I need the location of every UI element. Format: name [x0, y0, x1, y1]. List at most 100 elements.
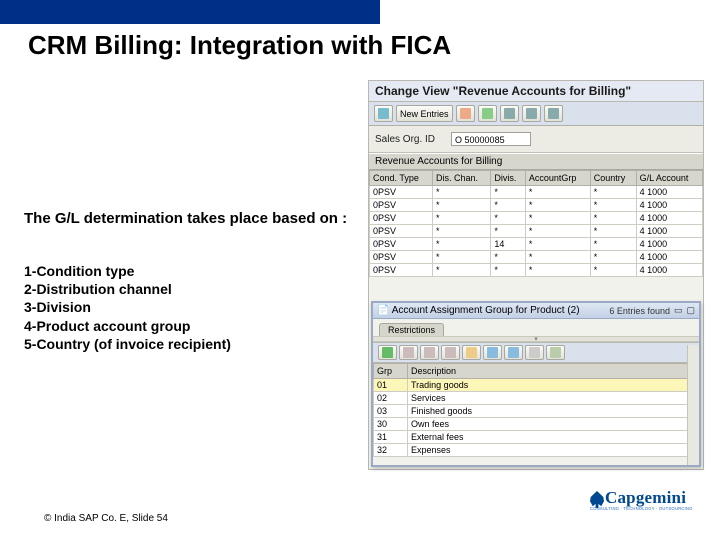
cell[interactable]: Services — [408, 392, 699, 405]
table-row[interactable]: 32Expenses — [374, 444, 699, 457]
popup-scrollbar[interactable] — [687, 345, 699, 465]
popup-layout-icon[interactable]: ▭ — [674, 305, 683, 316]
cell[interactable]: * — [590, 225, 636, 238]
cell[interactable]: * — [590, 199, 636, 212]
col-dis-chan[interactable]: Dis. Chan. — [432, 171, 490, 186]
cell[interactable]: * — [590, 186, 636, 199]
cell[interactable]: 0PSV — [370, 251, 433, 264]
layout-button[interactable] — [546, 345, 565, 360]
cell[interactable]: 0PSV — [370, 225, 433, 238]
col-gl-account[interactable]: G/L Account — [636, 171, 702, 186]
sort-desc-button[interactable] — [441, 345, 460, 360]
header-accent-bar — [0, 0, 380, 24]
cell[interactable]: 30 — [374, 418, 408, 431]
cell[interactable]: 4 1000 — [636, 251, 702, 264]
brand-logo: Capgemini CONSULTING · TECHNOLOGY · OUTS… — [590, 488, 700, 516]
cell[interactable]: Trading goods — [408, 379, 699, 392]
table-row[interactable]: 0PSV****4 1000 — [370, 212, 703, 225]
cell[interactable]: * — [432, 212, 490, 225]
cell[interactable]: * — [432, 238, 490, 251]
export-button[interactable] — [504, 345, 523, 360]
cell[interactable]: * — [590, 238, 636, 251]
find-button[interactable] — [483, 345, 502, 360]
cell[interactable]: 4 1000 — [636, 238, 702, 251]
cell[interactable]: * — [491, 264, 526, 277]
filter-button[interactable] — [399, 345, 418, 360]
new-entries-button[interactable]: New Entries — [396, 105, 453, 122]
popup-tab-restrictions[interactable]: Restrictions — [379, 323, 444, 336]
cell[interactable]: 4 1000 — [636, 225, 702, 238]
cell[interactable]: * — [432, 186, 490, 199]
cell[interactable]: * — [432, 251, 490, 264]
sum-button[interactable] — [462, 345, 481, 360]
cell[interactable]: 0PSV — [370, 264, 433, 277]
revenue-accounts-table: Cond. Type Dis. Chan. Divis. AccountGrp … — [369, 170, 703, 277]
col-country[interactable]: Country — [590, 171, 636, 186]
table-row[interactable]: 0PSV****4 1000 — [370, 186, 703, 199]
cell[interactable]: Own fees — [408, 418, 699, 431]
cell[interactable]: External fees — [408, 431, 699, 444]
cell[interactable]: 0PSV — [370, 238, 433, 251]
cell[interactable]: 4 1000 — [636, 199, 702, 212]
table-row[interactable]: 0PSV****4 1000 — [370, 199, 703, 212]
cell[interactable]: Expenses — [408, 444, 699, 457]
deselect-button[interactable] — [522, 105, 541, 122]
table-row[interactable]: 0PSV*14**4 1000 — [370, 238, 703, 251]
cell[interactable]: 4 1000 — [636, 264, 702, 277]
cell[interactable]: 14 — [491, 238, 526, 251]
toggle-button[interactable] — [374, 105, 393, 122]
table-row[interactable]: 30Own fees — [374, 418, 699, 431]
col-division[interactable]: Divis. — [491, 171, 526, 186]
col-account-grp[interactable]: AccountGrp — [525, 171, 590, 186]
cell[interactable]: 4 1000 — [636, 212, 702, 225]
cell[interactable]: * — [525, 264, 590, 277]
cell[interactable]: Finished goods — [408, 405, 699, 418]
cell[interactable]: 31 — [374, 431, 408, 444]
cell[interactable]: 0PSV — [370, 186, 433, 199]
cell[interactable]: 0PSV — [370, 199, 433, 212]
cell[interactable]: * — [525, 199, 590, 212]
bounds-button[interactable] — [544, 105, 563, 122]
cell[interactable]: 01 — [374, 379, 408, 392]
table-row[interactable]: 01Trading goods — [374, 379, 699, 392]
cell[interactable]: 0PSV — [370, 212, 433, 225]
cell[interactable]: * — [525, 186, 590, 199]
select-all-button[interactable] — [500, 105, 519, 122]
sales-org-input[interactable]: O 50000085 — [451, 132, 531, 146]
cell[interactable]: * — [525, 212, 590, 225]
cell[interactable]: * — [491, 199, 526, 212]
table-row[interactable]: 02Services — [374, 392, 699, 405]
popup-col-desc[interactable]: Description — [408, 364, 699, 379]
print-button[interactable] — [525, 345, 544, 360]
cell[interactable]: 03 — [374, 405, 408, 418]
popup-titlebar: 📄 Account Assignment Group for Product (… — [373, 303, 699, 319]
copy-button[interactable] — [456, 105, 475, 122]
table-row[interactable]: 0PSV****4 1000 — [370, 225, 703, 238]
cell[interactable]: * — [491, 212, 526, 225]
cell[interactable]: * — [525, 251, 590, 264]
col-cond-type[interactable]: Cond. Type — [370, 171, 433, 186]
cell[interactable]: 02 — [374, 392, 408, 405]
cell[interactable]: * — [590, 251, 636, 264]
cell[interactable]: * — [432, 225, 490, 238]
cell[interactable]: 4 1000 — [636, 186, 702, 199]
cell[interactable]: 32 — [374, 444, 408, 457]
check-button[interactable] — [378, 345, 397, 360]
cell[interactable]: * — [491, 186, 526, 199]
cell[interactable]: * — [590, 264, 636, 277]
table-row[interactable]: 31External fees — [374, 431, 699, 444]
popup-close-icon[interactable]: ▢ — [686, 305, 695, 316]
table-row[interactable]: 03Finished goods — [374, 405, 699, 418]
cell[interactable]: * — [525, 225, 590, 238]
table-row[interactable]: 0PSV****4 1000 — [370, 264, 703, 277]
cell[interactable]: * — [525, 238, 590, 251]
cell[interactable]: * — [590, 212, 636, 225]
popup-col-grp[interactable]: Grp — [374, 364, 408, 379]
table-row[interactable]: 0PSV****4 1000 — [370, 251, 703, 264]
cell[interactable]: * — [432, 199, 490, 212]
cell[interactable]: * — [491, 251, 526, 264]
delete-button[interactable] — [478, 105, 497, 122]
cell[interactable]: * — [432, 264, 490, 277]
cell[interactable]: * — [491, 225, 526, 238]
sort-asc-button[interactable] — [420, 345, 439, 360]
